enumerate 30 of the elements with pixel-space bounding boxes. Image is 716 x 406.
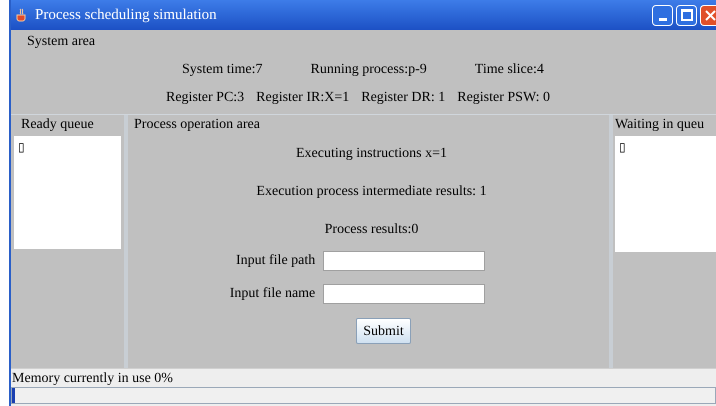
waiting-queue-list[interactable]: ▯ <box>615 136 716 252</box>
status-label: Time slice:4 <box>474 61 544 79</box>
register-label: Register IR:X=1 <box>256 89 350 107</box>
list-item: ▯ <box>18 140 26 154</box>
register-label: Register PSW: 0 <box>457 89 550 107</box>
panel-title: System area <box>27 33 96 51</box>
input-field[interactable] <box>323 250 486 270</box>
result-text: Process results:0 <box>324 221 418 239</box>
minimize-button[interactable] <box>652 4 673 26</box>
ready-queue-list[interactable]: ▯ <box>14 136 121 249</box>
status-label: System time:7 <box>182 61 262 79</box>
cup-icon <box>15 8 27 22</box>
field-label: Input file name <box>230 285 316 303</box>
panel-title: Waiting in queu <box>615 116 706 134</box>
maximize-button[interactable] <box>676 4 697 26</box>
window-title: Process scheduling simulation <box>35 6 217 25</box>
close-icon <box>705 10 716 20</box>
panel-title: Ready queue <box>21 116 95 134</box>
field-label: Input file path <box>236 252 316 270</box>
input-field[interactable] <box>323 284 486 304</box>
register-label: Register PC:3 <box>166 89 244 107</box>
status-label: Running process:p-9 <box>310 61 427 79</box>
submit-button[interactable]: Submit <box>356 318 411 344</box>
status-text: Memory currently in use 0% <box>12 370 174 387</box>
close-button[interactable] <box>700 4 716 26</box>
result-text: Executing instructions x=1 <box>296 145 447 163</box>
register-label: Register DR: 1 <box>361 89 446 107</box>
panel-title: Process operation area <box>134 116 260 134</box>
list-item: ▯ <box>619 140 627 154</box>
result-text: Execution process intermediate results: 1 <box>256 183 487 201</box>
